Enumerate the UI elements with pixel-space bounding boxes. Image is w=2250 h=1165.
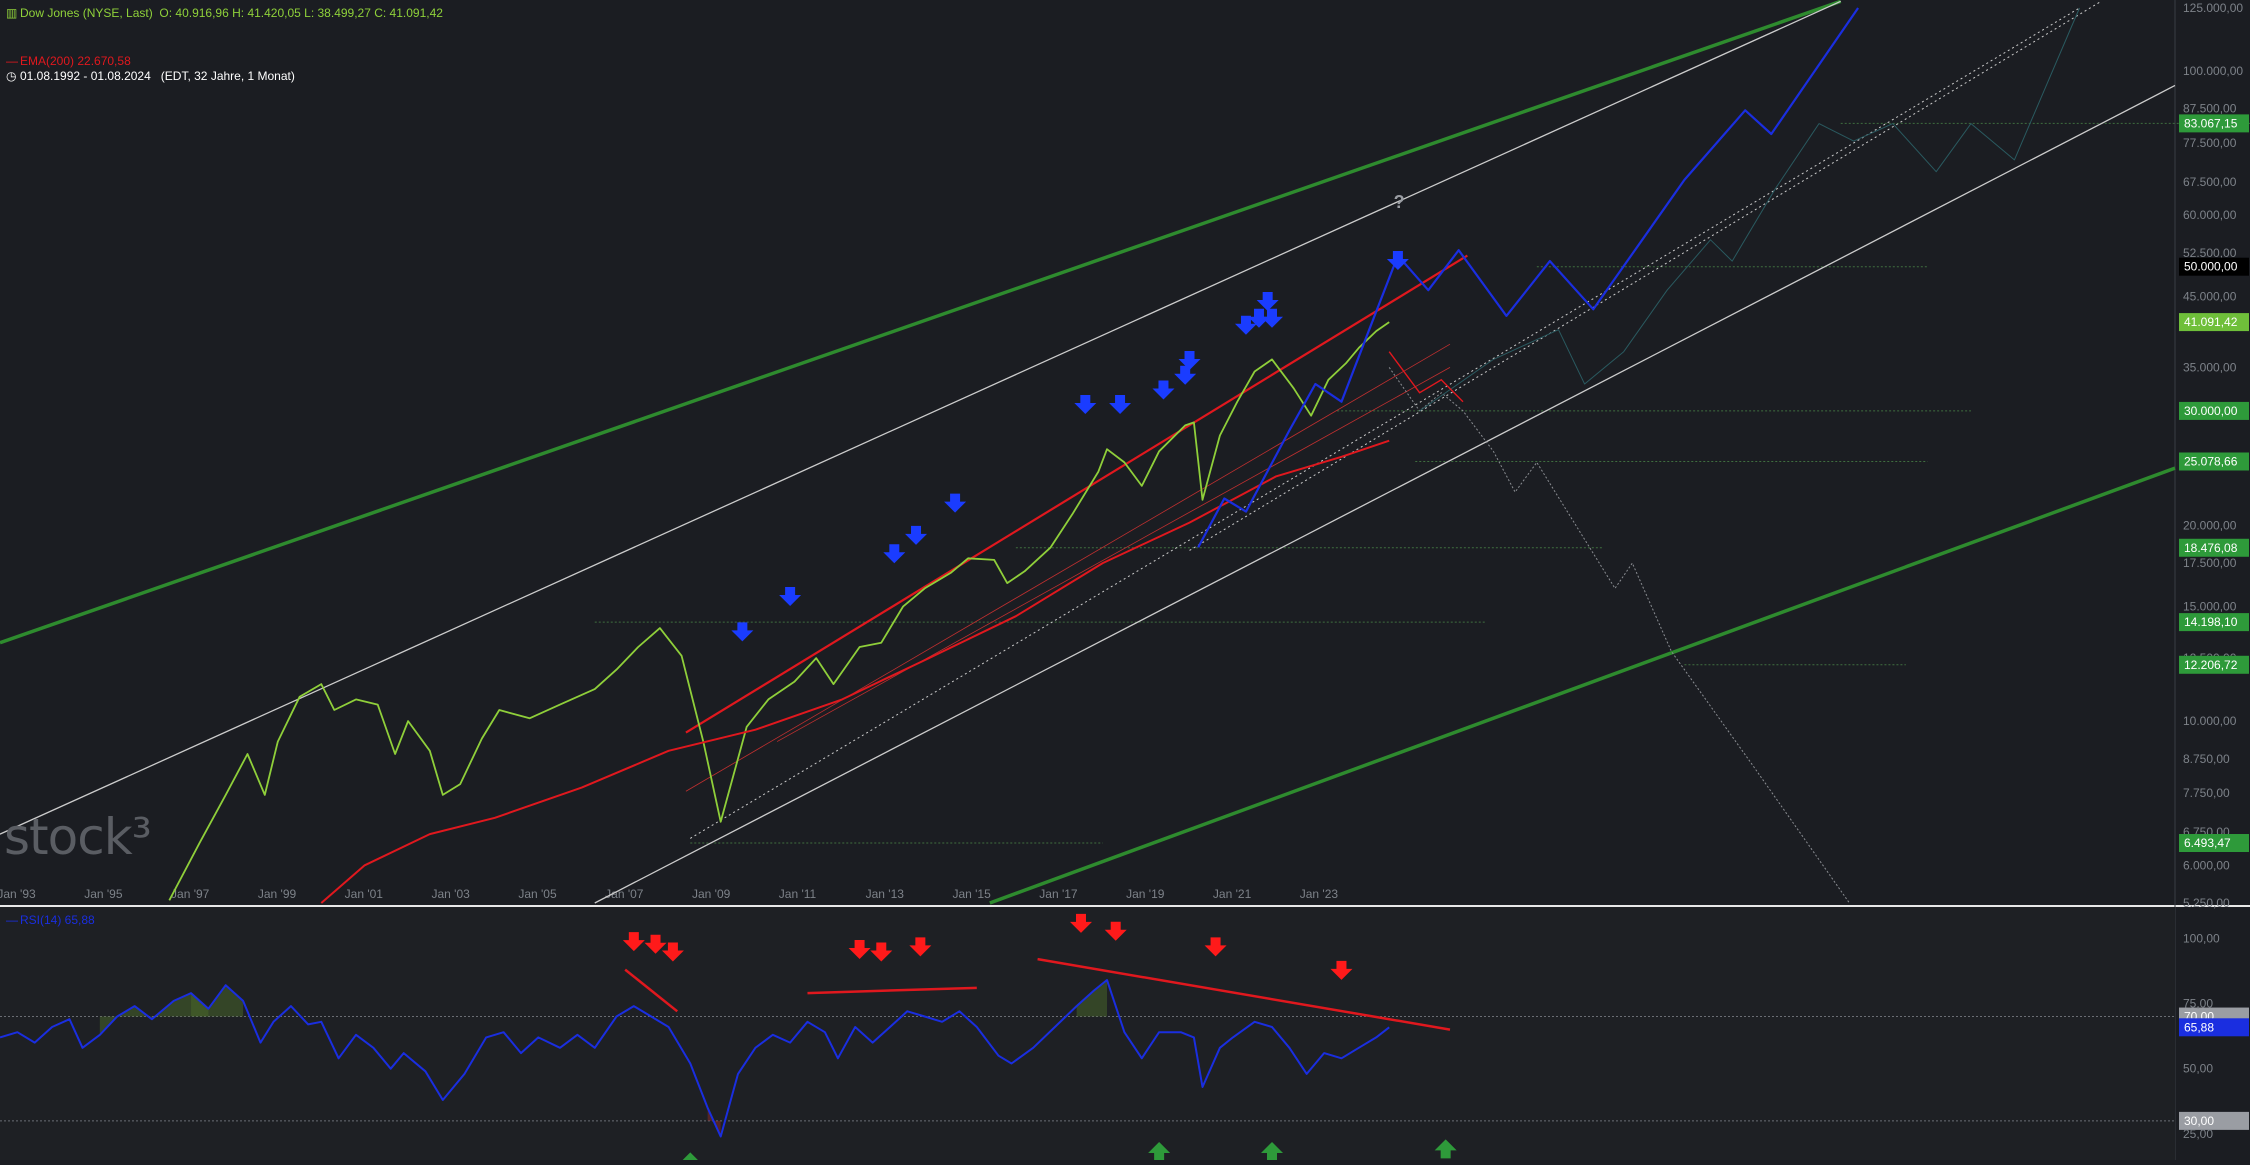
price-tag-label: 30.000,00 (2184, 404, 2238, 418)
price-tag-label: 41.091,42 (2184, 315, 2238, 329)
x-axis-tick: Jan '03 (431, 887, 470, 901)
price-axis-tick: 6.000,00 (2183, 858, 2230, 872)
price-axis-tick: 87.500,00 (2183, 102, 2237, 116)
x-axis-tick: Jan '19 (1126, 887, 1165, 901)
price-axis-tick: 35.000,00 (2183, 360, 2237, 374)
price-axis-tick: 15.000,00 (2183, 600, 2237, 614)
price-axis-tick: 45.000,00 (2183, 289, 2237, 303)
blue-down-arrow-icon (731, 622, 754, 642)
instrument-header: ▥ Dow Jones (NYSE, Last) O: 40.916,96 H: … (6, 6, 443, 20)
ema-label: EMA(200) 22.670,58 (20, 54, 131, 68)
instrument-name: Dow Jones (NYSE, Last) (20, 6, 153, 20)
trend-channel-line (690, 7, 2080, 839)
x-axis-tick: Jan '01 (345, 887, 384, 901)
rsi-axis-tick: 75,00 (2183, 997, 2213, 1011)
price-axis-tick: 67.500,00 (2183, 175, 2237, 189)
trend-channel-line (685, 254, 1468, 734)
dow-jones-price-line (168, 321, 1390, 901)
x-axis-tick: Jan '11 (779, 887, 817, 901)
x-axis-tick: Jan '15 (952, 887, 991, 901)
x-axis-tick: Jan '99 (258, 887, 297, 901)
clock-icon: ◷ (6, 69, 17, 83)
blue-down-arrow-icon (1109, 395, 1132, 415)
projection-grey-line (1388, 367, 1850, 904)
price-tag-label: 12.206,72 (2184, 658, 2238, 672)
line-legend-icon: — (6, 913, 18, 927)
period-header: ◷ 01.08.1992 - 01.08.2024 (EDT, 32 Jahre,… (6, 69, 295, 83)
blue-down-arrow-icon (1174, 365, 1197, 385)
x-axis-tick: Jan '95 (84, 887, 123, 901)
trend-channel-line (685, 343, 1451, 792)
price-axis-tick: 5.250,00 (2183, 896, 2230, 910)
price-axis-tick: 10.000,00 (2183, 714, 2237, 728)
blue-down-arrow-icon (1386, 251, 1409, 271)
price-tag-label: 6.493,47 (2184, 836, 2231, 850)
x-axis-tick: Jan '05 (518, 887, 557, 901)
blue-down-arrow-icon (883, 544, 906, 564)
trend-channel-line (0, 0, 1842, 645)
price-axis-tick: 60.000,00 (2183, 208, 2237, 222)
price-axis-tick: 17.500,00 (2183, 556, 2237, 570)
x-axis-tick: Jan '23 (1300, 887, 1339, 901)
rsi-axis-tick: 50,00 (2183, 1062, 2213, 1076)
ohlc-values: O: 40.916,96 H: 41.420,05 L: 38.499,27 C… (159, 6, 443, 20)
price-axis-tick: 77.500,00 (2183, 136, 2237, 150)
rsi-current-label: 65,88 (2184, 1020, 2214, 1034)
price-tag-label: 83.067,15 (2184, 116, 2238, 130)
blue-down-arrow-icon (1256, 292, 1279, 312)
x-axis-tick: Jan '17 (1039, 887, 1078, 901)
rsi-label: RSI(14) 65,88 (20, 913, 95, 927)
trend-channel-line (776, 367, 1451, 742)
stock3-logo: stock³ (4, 808, 152, 866)
ema-header: — EMA(200) 22.670,58 (6, 54, 131, 68)
price-axis-tick: 125.000,00 (2183, 1, 2243, 15)
price-axis-tick: 100.000,00 (2183, 64, 2243, 78)
chart-stage: 125.000,00 100.000,00 87.500,00 77.500,00 67… (0, 0, 2250, 1165)
projection-blue-line (1197, 7, 1860, 548)
chart-svg: 125.000,00 100.000,00 87.500,00 77.500,00 67… (0, 0, 2250, 1165)
projection-red-line (1388, 351, 1464, 403)
price-axis-tick: 8.750,00 (2183, 752, 2230, 766)
blue-down-arrow-icon (944, 493, 967, 513)
blue-down-arrow-icon (1152, 380, 1175, 400)
projection-teal-line (1419, 7, 2080, 412)
rsi-header: — RSI(14) 65,88 (6, 913, 95, 927)
rsi-threshold-label: 30,00 (2184, 1114, 2214, 1128)
price-tag-label: 14.198,10 (2184, 615, 2238, 629)
price-axis-tick: 7.750,00 (2183, 786, 2230, 800)
blue-down-arrow-icon (1261, 308, 1284, 328)
x-axis-tick: Jan '93 (0, 887, 36, 901)
question-mark-annotation: ? (1394, 192, 1405, 212)
rsi-axis-tick: 25,00 (2183, 1127, 2213, 1141)
trend-channel-line (1189, 0, 2102, 551)
line-legend-icon: — (6, 54, 18, 68)
period-range: 01.08.1992 - 01.08.2024 (20, 69, 151, 83)
x-axis-tick: Jan '13 (866, 887, 905, 901)
rsi-axis-tick: 100,00 (2183, 931, 2220, 945)
ema200-line (320, 439, 1390, 904)
price-tag-label: 50.000,00 (2184, 260, 2238, 274)
x-axis-tick: Jan '97 (171, 887, 210, 901)
x-axis-tick: Jan '09 (692, 887, 731, 901)
price-tag-label: 18.476,08 (2184, 541, 2238, 555)
period-detail: (EDT, 32 Jahre, 1 Monat) (160, 69, 295, 83)
blue-down-arrow-icon (1074, 395, 1097, 415)
blue-down-arrow-icon (779, 587, 802, 607)
x-axis-tick: Jan '21 (1213, 887, 1252, 901)
candlestick-icon: ▥ (6, 6, 18, 20)
blue-down-arrow-icon (905, 525, 928, 545)
price-tag-label: 25.078,66 (2184, 454, 2238, 468)
trend-channel-line (0, 0, 1841, 835)
price-axis-tick: 20.000,00 (2183, 518, 2237, 532)
